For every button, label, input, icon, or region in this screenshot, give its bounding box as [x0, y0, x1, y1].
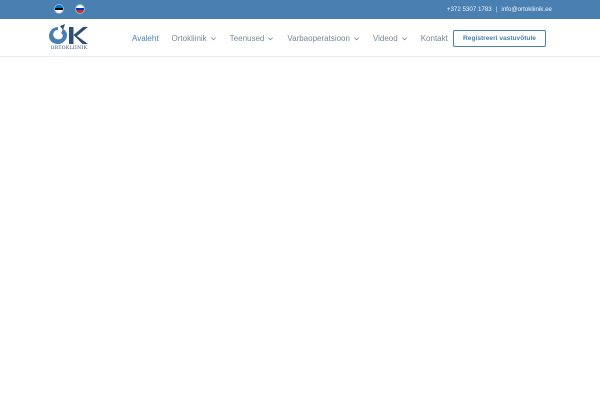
logo-text: ORTOKLIINIK	[50, 46, 88, 51]
russian-flag-icon[interactable]	[75, 4, 85, 14]
ok-logo-icon	[49, 24, 88, 44]
top-bar: +372 5307 1783 | info@ortokliinik.ee	[0, 0, 600, 19]
logo[interactable]: ORTOKLIINIK	[48, 24, 90, 53]
nav-item-videod[interactable]: Videod	[373, 34, 408, 43]
nav-item-ortokliinik[interactable]: Ortokliinik	[172, 34, 217, 43]
nav-item-teenused[interactable]: Teenused	[230, 34, 275, 43]
nav-item-kontakt[interactable]: Kontakt	[421, 34, 448, 43]
register-appointment-button[interactable]: Registreeri vastuvõtule	[453, 30, 546, 47]
contact-separator: |	[495, 6, 498, 13]
main-content	[0, 58, 600, 400]
main-nav: Avaleht Ortokliinik Teenused Varbaoperat…	[132, 19, 461, 57]
site-header: ORTOKLIINIK Avaleht Ortokliinik Teenused…	[0, 19, 600, 57]
nav-item-varbaoperatsioon[interactable]: Varbaoperatsioon	[287, 34, 360, 43]
chevron-down-icon	[353, 36, 359, 40]
chevron-down-icon	[401, 36, 407, 40]
email-link[interactable]: info@ortokliinik.ee	[501, 6, 552, 13]
nav-item-label: Varbaoperatsioon	[287, 33, 350, 43]
nav-item-label: Teenused	[229, 33, 265, 43]
nav-item-label: Ortokliinik	[171, 33, 207, 43]
phone-link[interactable]: +372 5307 1783	[447, 6, 492, 13]
chevron-down-icon	[268, 36, 274, 40]
nav-item-avaleht[interactable]: Avaleht	[132, 34, 159, 43]
estonian-flag-icon[interactable]	[54, 4, 64, 14]
contact-info: +372 5307 1783 | info@ortokliinik.ee	[447, 0, 552, 19]
nav-item-label: Videod	[372, 33, 398, 43]
nav-item-label: Kontakt	[420, 33, 448, 43]
chevron-down-icon	[210, 36, 216, 40]
nav-item-label: Avaleht	[132, 33, 159, 43]
